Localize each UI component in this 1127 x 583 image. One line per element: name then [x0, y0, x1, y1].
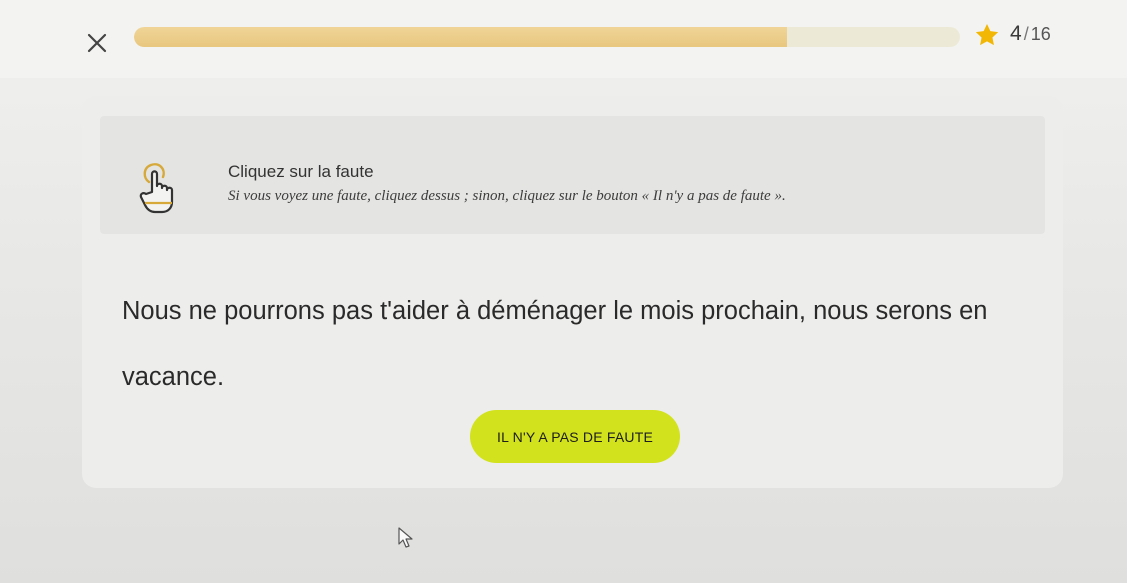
sentence-word[interactable]: pourrons: [224, 297, 325, 325]
close-button[interactable]: [80, 26, 114, 60]
counter-total: 16: [1030, 24, 1051, 44]
sentence-word[interactable]: pas: [332, 297, 373, 325]
counter-separator: /: [1023, 24, 1029, 44]
sentence-word[interactable]: nous: [813, 297, 868, 325]
sentence-word[interactable]: vacance.: [122, 363, 224, 391]
sentence-word[interactable]: en: [959, 297, 987, 325]
progress-bar: [134, 27, 960, 47]
pointing-hand-icon: [139, 163, 174, 214]
close-icon: [87, 33, 107, 53]
question-counter: 4/16: [1010, 22, 1051, 46]
sentence-word[interactable]: mois: [640, 297, 694, 325]
exercise-sentence: Nous ne pourrons pas t'aider à déménager…: [122, 278, 1042, 410]
sentence-word[interactable]: ne: [189, 297, 217, 325]
no-fault-button[interactable]: IL N'Y A PAS DE FAUTE: [470, 410, 680, 463]
sentence-word[interactable]: déménager: [477, 297, 606, 325]
sentence-word[interactable]: t'aider: [380, 297, 449, 325]
counter-current: 4: [1010, 22, 1022, 45]
instructions-subtitle: Si vous voyez une faute, cliquez dessus …: [228, 188, 786, 204]
sentence-word[interactable]: serons: [875, 297, 952, 325]
sentence-word[interactable]: Nous: [122, 297, 182, 325]
sentence-word[interactable]: à: [456, 297, 470, 325]
sentence-word[interactable]: le: [613, 297, 633, 325]
sentence-word[interactable]: prochain,: [701, 297, 806, 325]
instructions-title: Cliquez sur la faute: [228, 162, 374, 181]
star-icon: [975, 23, 999, 46]
progress-bar-fill: [134, 27, 787, 47]
top-bar: 4/16: [0, 0, 1127, 78]
mouse-cursor-icon: [398, 527, 413, 548]
